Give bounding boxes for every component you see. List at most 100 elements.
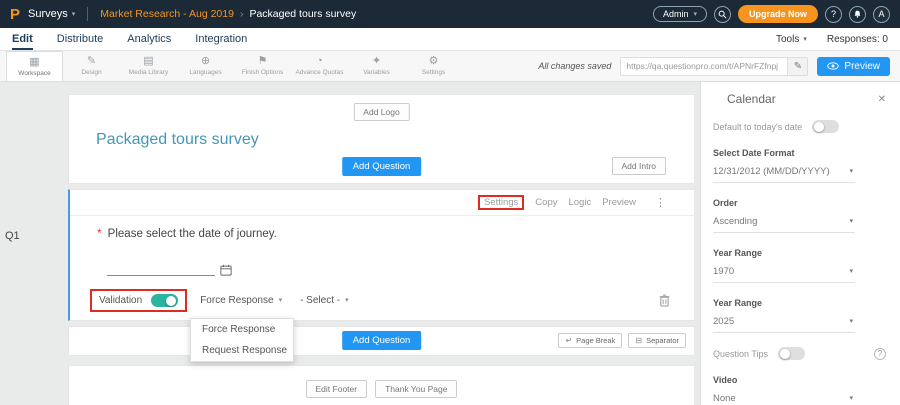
required-asterisk: * (97, 226, 102, 240)
survey-header-block: Add Logo Packaged tours survey Add Quest… (68, 94, 695, 184)
separator-button[interactable]: ⊟ Separator (628, 333, 686, 348)
tools-dropdown[interactable]: Tools ▾ (776, 34, 807, 45)
date-input-underline[interactable] (107, 263, 215, 276)
strip-right-buttons: ↵ Page Break ⊟ Separator (558, 333, 686, 348)
annotation-validation-highlight: Validation (90, 289, 187, 312)
close-icon[interactable]: ✕ (878, 94, 886, 105)
date-answer-input[interactable] (107, 262, 694, 276)
chevron-down-icon: ▾ (279, 297, 283, 304)
breadcrumb-current: Packaged tours survey (249, 8, 356, 20)
validation-toggle[interactable] (151, 294, 178, 307)
question-copy-button[interactable]: Copy (535, 197, 557, 208)
year-range-end-group: Year Range 2025 ▾ (713, 298, 886, 333)
question-logic-button[interactable]: Logic (568, 197, 591, 208)
question-tips-toggle[interactable] (778, 347, 805, 360)
toolbar-item-settings[interactable]: ⚙ Settings (405, 51, 462, 81)
page-break-button[interactable]: ↵ Page Break (558, 333, 622, 348)
question-header: Settings Copy Logic Preview ⋮ (70, 190, 694, 216)
help-button[interactable]: ? (825, 6, 842, 23)
toolbar-item-design[interactable]: ✎ Design (63, 51, 120, 81)
default-today-toggle[interactable] (812, 120, 839, 133)
separator-icon: ⊟ (635, 337, 642, 345)
topbar-actions: Admin ▾ Upgrade Now ? A (653, 5, 890, 23)
toolbar-item-finish-options[interactable]: ⚑ Finish Options (234, 51, 291, 81)
surveys-dropdown[interactable]: Surveys ▾ (28, 8, 75, 20)
question-tips-row: Question Tips ? (713, 347, 886, 360)
top-bar: P Surveys ▾ Market Research - Aug 2019 ›… (0, 0, 900, 28)
question-preview-button[interactable]: Preview (602, 197, 636, 208)
force-response-menu: Force Response Request Response (190, 318, 294, 362)
add-intro-button[interactable]: Add Intro (612, 157, 667, 175)
add-question-button[interactable]: Add Question (342, 331, 422, 350)
finish-flag-icon: ⚑ (258, 56, 268, 67)
survey-title[interactable]: Packaged tours survey (96, 131, 259, 149)
force-response-dropdown[interactable]: Force Response ▾ (200, 295, 282, 306)
video-group: Video None ▾ (713, 375, 886, 405)
toolbar-item-advance-quotas[interactable]: ◔ Advance Quotas (291, 51, 348, 81)
menu-item-force-response[interactable]: Force Response (191, 319, 293, 340)
tab-distribute[interactable]: Distribute (57, 28, 103, 50)
toolbar-item-media-library[interactable]: ▤ Media Library (120, 51, 177, 81)
validation-type-dropdown[interactable]: - Select - ▾ (300, 295, 349, 306)
add-question-button[interactable]: Add Question (342, 157, 422, 176)
toggle-knob (814, 122, 824, 132)
user-avatar[interactable]: A (873, 6, 890, 23)
tab-integration[interactable]: Integration (195, 28, 247, 50)
breadcrumb-folder[interactable]: Market Research - Aug 2019 (100, 8, 234, 20)
year-range-start-select[interactable]: 1970 ▾ (713, 263, 855, 283)
chevron-down-icon: ▾ (849, 268, 853, 275)
year-range-end-select[interactable]: 2025 ▾ (713, 313, 855, 333)
toolbar-item-variables[interactable]: ✦ Variables (348, 51, 405, 81)
panel-title: Calendar (727, 92, 776, 106)
responses-count[interactable]: Responses: 0 (827, 34, 888, 45)
add-logo-button[interactable]: Add Logo (353, 103, 409, 121)
toolbar-item-workspace[interactable]: ▦ Workspace (6, 51, 63, 81)
chevron-down-icon: ▾ (693, 11, 697, 18)
edit-url-pencil-icon[interactable]: ✎ (787, 58, 807, 75)
survey-url-input[interactable] (621, 58, 787, 75)
calendar-settings-panel: Calendar ✕ Default to today's date Selec… (700, 82, 900, 405)
order-label: Order (713, 198, 886, 208)
divider (87, 7, 88, 21)
order-select[interactable]: Ascending ▾ (713, 213, 855, 233)
survey-canvas: Add Logo Packaged tours survey Add Quest… (68, 94, 695, 405)
search-icon[interactable] (714, 6, 731, 23)
tab-analytics[interactable]: Analytics (127, 28, 171, 50)
year-range-start-group: Year Range 1970 ▾ (713, 248, 886, 283)
chevron-down-icon: ▾ (849, 218, 853, 225)
autosave-status: All changes saved (538, 61, 611, 71)
toggle-knob (780, 349, 790, 359)
panel-header: Calendar ✕ (727, 92, 886, 106)
question-text[interactable]: Please select the date of journey. (108, 228, 277, 240)
admin-label: Admin (663, 9, 689, 19)
annotation-settings-highlight: Settings (478, 195, 524, 210)
toolbar-item-languages[interactable]: ⊕ Languages (177, 51, 234, 81)
admin-dropdown[interactable]: Admin ▾ (653, 6, 707, 22)
variables-icon: ✦ (372, 56, 381, 67)
validation-row: Validation Force Response ▾ - Select - ▾ (70, 289, 694, 312)
upgrade-now-button[interactable]: Upgrade Now (738, 5, 818, 23)
edit-footer-button[interactable]: Edit Footer (306, 380, 368, 398)
notifications-bell-icon[interactable] (849, 6, 866, 23)
question-more-menu-icon[interactable]: ⋮ (655, 196, 666, 209)
toggle-knob (166, 296, 176, 306)
date-format-select[interactable]: 12/31/2012 (MM/DD/YYYY) ▾ (713, 163, 855, 183)
delete-question-trash-icon[interactable] (659, 294, 670, 307)
tab-edit[interactable]: Edit (12, 28, 33, 50)
workspace-grid-icon: ▦ (29, 57, 39, 68)
video-select[interactable]: None ▾ (713, 390, 855, 405)
module-nav: Edit Distribute Analytics Integration To… (0, 28, 900, 51)
menu-item-request-response[interactable]: Request Response (191, 340, 293, 361)
breadcrumb: Market Research - Aug 2019 › Packaged to… (100, 8, 356, 20)
thank-you-page-button[interactable]: Thank You Page (375, 380, 457, 398)
default-today-label: Default to today's date (713, 122, 802, 132)
question-tips-help-icon[interactable]: ? (874, 348, 886, 360)
preview-button[interactable]: Preview (817, 57, 890, 76)
chevron-down-icon: ▾ (803, 36, 807, 43)
validation-label: Validation (99, 295, 142, 306)
calendar-icon[interactable] (220, 264, 232, 276)
default-today-row: Default to today's date (713, 120, 886, 133)
question-tips-label: Question Tips (713, 349, 768, 359)
question-settings-button[interactable]: Settings (484, 197, 518, 208)
chevron-down-icon: ▾ (849, 395, 853, 402)
